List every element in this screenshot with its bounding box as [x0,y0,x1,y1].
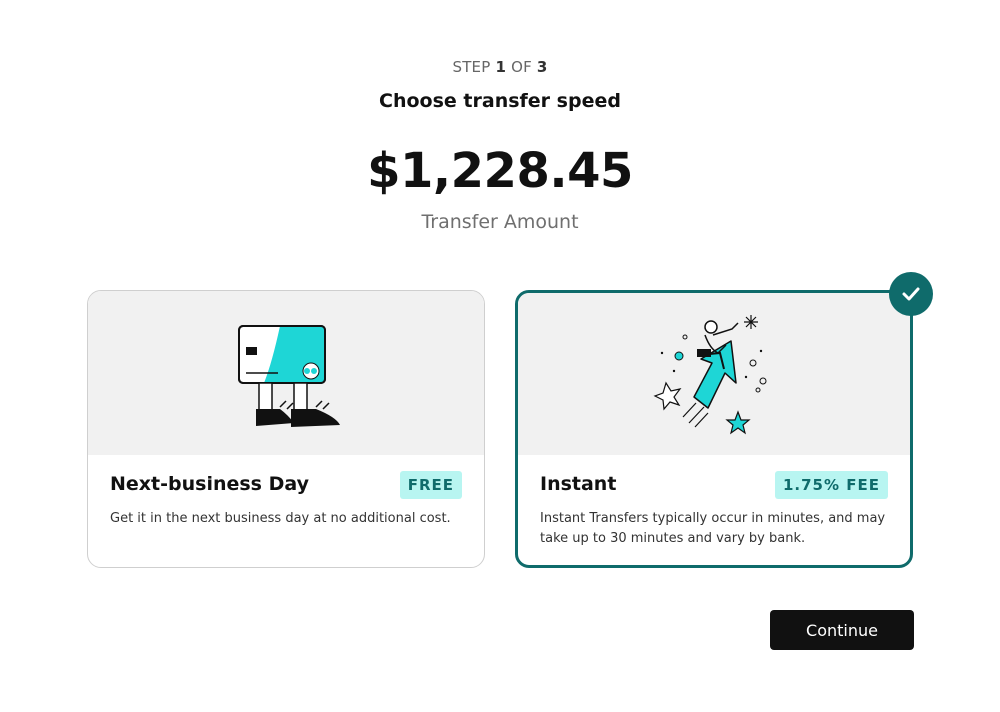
person-riding-arrow-illustration [518,293,910,455]
option-next-business-day[interactable]: Next-business Day FREE Get it in the nex… [87,290,485,568]
page-title: Choose transfer speed [379,90,621,112]
option-instant[interactable]: Instant 1.75% FEE Instant Transfers typi… [515,290,913,568]
continue-button[interactable]: Continue [770,610,914,650]
fee-badge: FREE [399,471,462,499]
transfer-amount: $1,228.45 [367,143,633,199]
fee-badge: 1.75% FEE [774,471,888,499]
step-indicator: STEP 1 OF 3 [452,58,548,76]
transfer-amount-label: Transfer Amount [421,211,579,233]
check-icon [889,272,933,316]
option-description: Instant Transfers typically occur in min… [540,511,886,546]
walking-card-illustration [88,291,484,455]
option-description: Get it in the next business day at no ad… [110,511,451,526]
